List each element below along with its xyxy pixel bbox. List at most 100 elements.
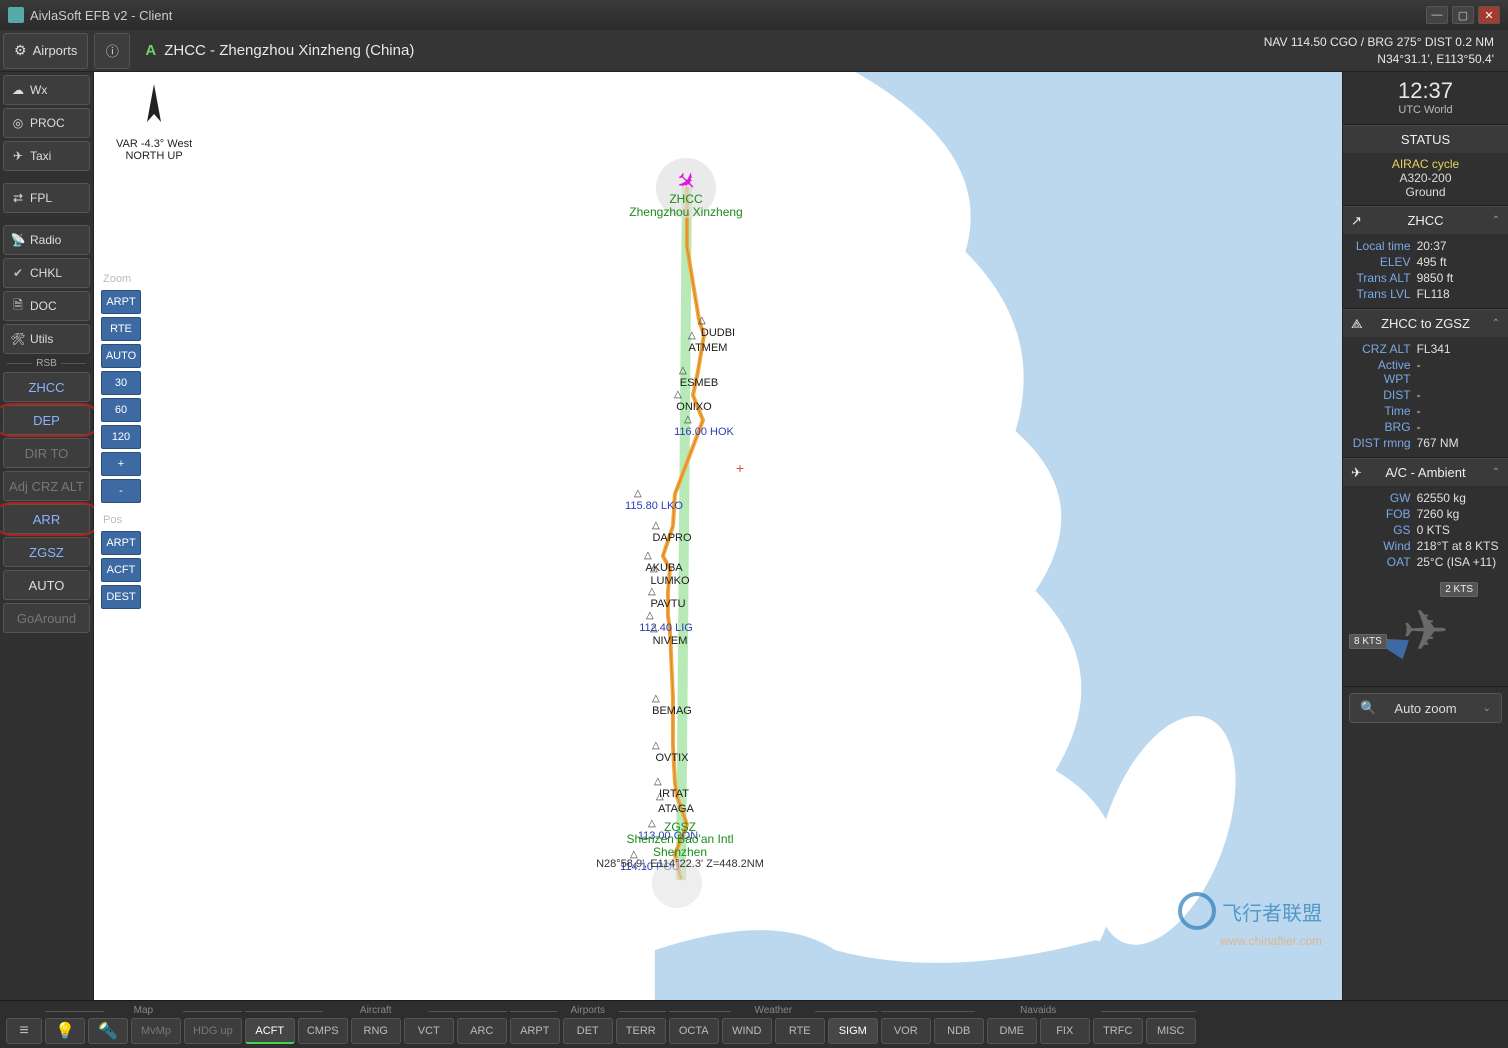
zoom-auto[interactable]: AUTO [101,344,141,368]
sidebar-utils[interactable]: 🛠Utils [3,324,90,354]
sidebar-label: Radio [30,233,61,247]
waypoint-label: ESMEB [680,377,719,389]
route-header[interactable]: ⟁ZHCC to ZGSZ⌃ [1343,309,1508,337]
zoom-arpt[interactable]: ARPT [101,290,141,314]
autozoom-label: Auto zoom [1394,701,1456,716]
rsb-text: ZHCC [28,380,64,395]
target-icon: ◎ [10,116,26,130]
info-row: ELEV495 ft [1351,254,1500,270]
rsb-text: ARR [33,512,60,527]
pos-acft[interactable]: ACFT [101,558,141,582]
airport-name: ZHCC - Zhengzhou Xinzheng (China) [164,42,414,59]
bb-hdgup[interactable]: HDG up [184,1018,242,1044]
bb-dme[interactable]: DME [987,1018,1037,1044]
bb-vct[interactable]: VCT [404,1018,454,1044]
info-value: FL341 [1417,342,1500,356]
zoom-pos-panel: Zoom ARPT RTE AUTO 30 60 120 + - Pos ARP… [98,72,144,612]
bb-ndb[interactable]: NDB [934,1018,984,1044]
zoom-60[interactable]: 60 [101,398,141,422]
rsb-adjcrzalt[interactable]: Adj CRZ ALT [3,471,90,501]
rsb-dep[interactable]: DEP [3,405,90,435]
wind-diagram: ✈ 2 KTS 8 KTS [1343,576,1508,686]
rsb-zhcc[interactable]: ZHCC [3,372,90,402]
bb-rng[interactable]: RNG [351,1018,401,1044]
rsb-text: ZGSZ [29,545,64,560]
sidebar-label: PROC [30,116,65,130]
zoom-30[interactable]: 30 [101,371,141,395]
chevron-icon: ⌃ [1492,467,1500,478]
bb-arpt[interactable]: ARPT [510,1018,560,1044]
info-row: Wind218°T at 8 KTS [1351,538,1500,554]
sidebar-doc[interactable]: 🗎DOC [3,291,90,321]
rsb-arr[interactable]: ARR [3,504,90,534]
app-icon [8,7,24,23]
close-button[interactable]: ✕ [1478,6,1500,24]
aircraft-group-title: Aircraft [245,1005,507,1016]
sidebar-wx[interactable]: ☁Wx [3,75,90,105]
rsb-auto[interactable]: AUTO [3,570,90,600]
bb-sigm[interactable]: SIGM [828,1018,878,1044]
rsb-label: RSB [36,358,57,369]
bb-rte[interactable]: RTE [775,1018,825,1044]
bb-mvmp[interactable]: MvMp [131,1018,181,1044]
waypoint-marker: △ [648,818,656,829]
bb-acft[interactable]: ACFT [245,1018,295,1044]
info-key: DIST [1351,388,1417,402]
sidebar-taxi[interactable]: ✈Taxi [3,141,90,171]
autozoom-button[interactable]: 🔍Auto zoom⌄ [1349,693,1502,723]
info-row: Trans ALT9850 ft [1351,270,1500,286]
bb-trfc[interactable]: TRFC [1093,1018,1143,1044]
rsb-goaround[interactable]: GoAround [3,603,90,633]
airports-group: Airports ARPT DET TERR [510,1005,666,1044]
info-key: Local time [1351,239,1417,253]
maximize-button[interactable]: ▢ [1452,6,1474,24]
map-canvas[interactable]: VAR -4.3° West NORTH UP ✈ ZHCC Zhengzhou… [94,72,1342,1000]
bb-misc[interactable]: MISC [1146,1018,1196,1044]
bb-cmps[interactable]: CMPS [298,1018,348,1044]
right-panel: 12:37 UTC World STATUS AIRAC cycle A320-… [1342,72,1508,1000]
zoom-120[interactable]: 120 [101,425,141,449]
zoom-minus[interactable]: - [101,479,141,503]
rsb-dirto[interactable]: DIR TO [3,438,90,468]
info-value: 25°C (ISA +11) [1417,555,1500,569]
info-value: - [1417,358,1500,386]
minimize-button[interactable]: — [1426,6,1448,24]
info-key: GS [1351,523,1417,537]
info-row: Active WPT- [1351,357,1500,387]
ambient-header[interactable]: ✈A/C - Ambient⌃ [1343,458,1508,486]
info-value: 9850 ft [1417,271,1500,285]
zoom-rte[interactable]: RTE [101,317,141,341]
info-key: OAT [1351,555,1417,569]
sidebar-proc[interactable]: ◎ PROC [3,108,90,138]
bb-terr[interactable]: TERR [616,1018,666,1044]
route-title: ZHCC to ZGSZ [1381,316,1470,331]
bb-daymode[interactable]: 💡 [45,1018,85,1044]
bb-label: MvMp [141,1025,171,1037]
sidebar-fpl[interactable]: ⇄FPL [3,183,90,213]
sidebar-radio[interactable]: 📡Radio [3,225,90,255]
bb-vor[interactable]: VOR [881,1018,931,1044]
zoom-plus[interactable]: + [101,452,141,476]
bb-arc[interactable]: ARC [457,1018,507,1044]
sidebar-chkl[interactable]: ✔CHKL [3,258,90,288]
info-row: DIST- [1351,387,1500,403]
titlebar: AivlaSoft EFB v2 - Client — ▢ ✕ [0,0,1508,30]
bb-nightmode[interactable]: 🔦 [88,1018,128,1044]
bb-det[interactable]: DET [563,1018,613,1044]
pos-arpt[interactable]: ARPT [101,531,141,555]
waypoint-marker: △ [644,550,652,561]
pos-dest[interactable]: DEST [101,585,141,609]
status-header[interactable]: STATUS [1343,125,1508,153]
bb-octa[interactable]: OCTA [669,1018,719,1044]
info-row: GW62550 kg [1351,490,1500,506]
info-button[interactable]: ⓘ [94,33,130,69]
zhcc-header[interactable]: ↗ZHCC⌃ [1343,206,1508,234]
airports-label: Airports [33,43,78,58]
info-value: - [1417,420,1500,434]
menu-button[interactable]: ≡ [6,1018,42,1044]
rsb-zgsz[interactable]: ZGSZ [3,537,90,567]
airports-button[interactable]: ⚙Airports [3,33,88,69]
bb-fix[interactable]: FIX [1040,1018,1090,1044]
bb-wind[interactable]: WIND [722,1018,772,1044]
info-key: FOB [1351,507,1417,521]
